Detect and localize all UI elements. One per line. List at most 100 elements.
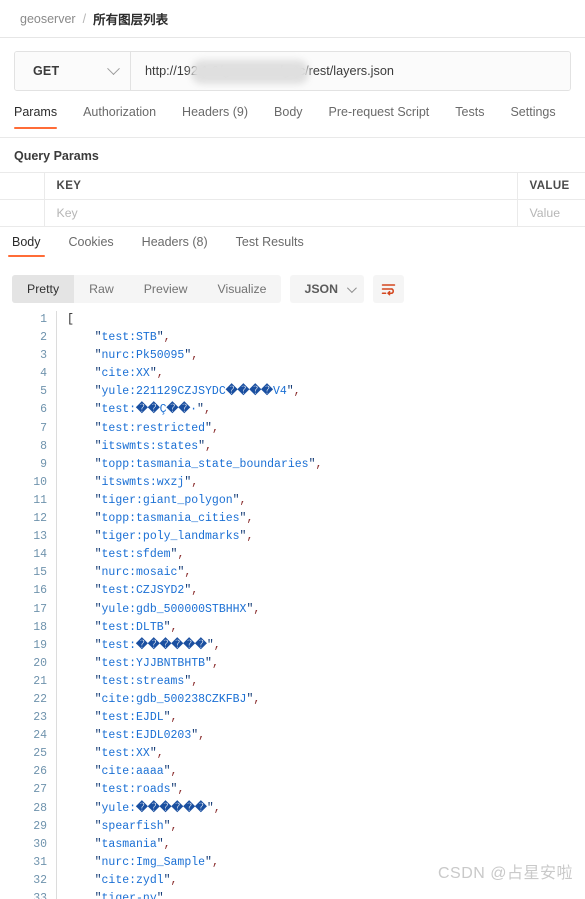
tab-authorization[interactable]: Authorization <box>83 105 156 128</box>
code-line: "test:roads", <box>94 783 185 797</box>
table-header-row: KEY VALUE <box>0 172 585 200</box>
line-number: 27 <box>33 783 47 797</box>
line-number: 3 <box>40 349 47 363</box>
query-params-table: KEY VALUE Key Value <box>0 172 585 227</box>
line-number: 15 <box>33 566 47 580</box>
breadcrumb-collection[interactable]: geoserver <box>20 12 76 26</box>
line-number: 31 <box>33 855 47 869</box>
code-line: "itswmts:wxzj", <box>94 475 199 489</box>
code-line: "topp:tasmania_cities", <box>94 512 254 526</box>
code-line: [ <box>67 313 74 326</box>
line-number: 6 <box>40 403 47 417</box>
tab-tests[interactable]: Tests <box>455 105 484 128</box>
code-line: "spearfish", <box>94 819 178 833</box>
tab-params[interactable]: Params <box>14 105 58 129</box>
view-mode-preview[interactable]: Preview <box>129 275 203 303</box>
code-line: "nurc:Pk50095", <box>94 349 199 363</box>
line-number: 17 <box>33 602 47 616</box>
code-line: "test:��Ç��·", <box>94 403 211 417</box>
code-line: "tasmania", <box>94 837 171 851</box>
code-line: "test:������", <box>94 638 221 652</box>
line-number: 8 <box>40 439 47 453</box>
line-number: 7 <box>40 421 47 435</box>
tab-headers[interactable]: Headers (9) <box>182 105 248 128</box>
response-body-viewer[interactable]: 1 2 3 4 5 6 7 8 9 10 11 12 13 14 15 16 17 18 19 20 21 22 23 24 2… <box>0 311 585 899</box>
code-line: "itswmts:states", <box>94 439 212 453</box>
code-line: "tiger:poly_landmarks", <box>94 530 254 544</box>
line-number: 26 <box>33 765 47 779</box>
watermark: CSDN @占星安啦 <box>437 865 573 882</box>
value-input[interactable]: Value <box>517 199 585 227</box>
line-number: 33 <box>33 892 47 899</box>
code-line: "test:XX", <box>94 747 164 761</box>
code-line: "cite:XX", <box>94 367 164 381</box>
table-row: Key Value <box>0 199 585 227</box>
view-mode-pretty[interactable]: Pretty <box>12 275 75 303</box>
code-line: "test:streams", <box>94 674 199 688</box>
url-input[interactable]: http://192.1 9/geoserver/gwc/rest/layers… <box>131 52 570 90</box>
chevron-down-icon <box>346 282 357 293</box>
line-number: 5 <box>40 385 47 399</box>
line-number: 22 <box>33 692 47 706</box>
breadcrumb-current-request[interactable]: 所有图层列表 <box>93 9 168 28</box>
tab-settings[interactable]: Settings <box>510 105 555 128</box>
code-line: "tiger:giant_polygon", <box>94 493 247 507</box>
line-number: 24 <box>33 729 47 743</box>
line-number: 2 <box>40 331 47 345</box>
code-line: "test:restricted", <box>94 421 219 435</box>
line-number: 1 <box>40 313 47 326</box>
line-number: 32 <box>33 873 47 887</box>
view-mode-visualize[interactable]: Visualize <box>202 275 281 303</box>
line-number: 23 <box>33 711 47 725</box>
http-method-label: GET <box>33 64 60 78</box>
code-line: "test:STB", <box>94 331 171 345</box>
code-line: "test:CZJSYD2", <box>94 584 199 598</box>
response-tab-body[interactable]: Body <box>8 235 45 257</box>
line-number: 13 <box>33 530 47 544</box>
response-view-controls: Pretty Raw Preview Visualize JSON <box>0 273 585 305</box>
line-number: 20 <box>33 656 47 670</box>
line-number: 4 <box>40 367 47 381</box>
line-number: 18 <box>33 620 47 634</box>
line-number: 30 <box>33 837 47 851</box>
response-tab-headers[interactable]: Headers (8) <box>138 235 212 257</box>
code-line: "cite:aaaa", <box>94 765 178 779</box>
line-number: 25 <box>33 747 47 761</box>
line-number: 28 <box>33 801 47 815</box>
http-method-selector[interactable]: GET <box>15 52 131 90</box>
response-tab-test-results[interactable]: Test Results <box>232 235 308 257</box>
response-tab-cookies[interactable]: Cookies <box>65 235 118 257</box>
code-line: "nurc:mosaic", <box>94 566 192 580</box>
tab-body[interactable]: Body <box>274 105 303 128</box>
code-line: "cite:gdb_500238CZKFBJ", <box>94 692 261 706</box>
response-tabs: Body Cookies Headers (8) Test Results <box>0 235 585 267</box>
code-line: "yule:������", <box>94 801 221 815</box>
chevron-down-icon <box>107 61 120 75</box>
code-line: "yule:gdb_500000STBHHX", <box>94 602 261 616</box>
request-url-bar: GET http://192.1 9/geoserver/gwc/rest/la… <box>14 51 571 91</box>
query-params-title: Query Params <box>14 149 99 163</box>
json-code-content[interactable]: [ "test:STB", "nurc:Pk50095", "cite:XX",… <box>57 311 585 899</box>
response-format-selector[interactable]: JSON <box>290 275 364 303</box>
view-mode-raw[interactable]: Raw <box>74 275 129 303</box>
line-number: 9 <box>40 457 47 471</box>
row-checkbox-cell[interactable] <box>0 199 45 227</box>
line-number: 16 <box>33 584 47 598</box>
code-line: "test:sfdem", <box>94 548 185 562</box>
column-header-key: KEY <box>44 172 518 200</box>
code-line: "test:DLTB", <box>94 620 178 634</box>
code-line: "test:EJDL", <box>94 711 178 725</box>
select-all-checkbox-cell[interactable] <box>0 172 45 200</box>
view-mode-segmented-control: Pretty Raw Preview Visualize <box>12 275 282 303</box>
line-number: 12 <box>33 512 47 526</box>
code-line: "topp:tasmania_state_boundaries", <box>94 457 323 471</box>
code-line: "test:EJDL0203", <box>94 729 206 743</box>
key-input[interactable]: Key <box>44 199 518 227</box>
wrap-lines-button[interactable] <box>372 275 404 303</box>
column-header-value: VALUE <box>517 172 585 200</box>
code-line: "test:YJJBNTBHTB", <box>94 656 219 670</box>
response-format-label: JSON <box>304 282 338 296</box>
tab-pre-request-script[interactable]: Pre-request Script <box>329 105 430 128</box>
line-number: 29 <box>33 819 47 833</box>
code-line: "yule:221129CZJSYDC����V4", <box>94 385 301 399</box>
